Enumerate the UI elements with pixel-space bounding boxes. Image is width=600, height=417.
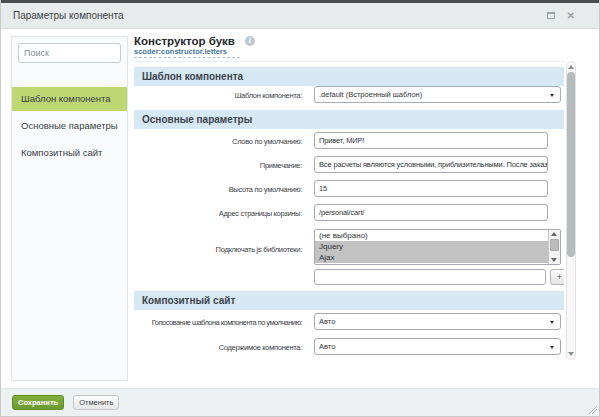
component-code-underline <box>134 57 240 58</box>
main-scrollbar[interactable] <box>566 61 576 360</box>
template-vote-select[interactable]: Авто <box>314 313 561 330</box>
template-select[interactable]: .default (Встроенный шаблон) <box>314 86 561 103</box>
field-label-cart-url: Адрес страницы корзины: <box>219 208 302 217</box>
scroll-down-icon[interactable] <box>568 352 574 356</box>
field-label-js-libraries: Подключать js библиотеки: <box>216 245 302 254</box>
select-arrow-icon <box>550 94 554 97</box>
window-title: Параметры компонента <box>13 10 124 21</box>
scrollbar-thumb[interactable] <box>550 239 559 251</box>
field-label-template-vote: Голосование шаблона компонента по умолча… <box>152 317 302 326</box>
listbox-option[interactable]: (не выбрано) <box>315 230 548 241</box>
sidebar: Шаблон компонента Основные параметры Ком… <box>11 36 128 381</box>
js-libraries-listbox[interactable]: (не выбрано) Jquery Ajax <box>314 229 561 265</box>
close-icon[interactable]: ✕ <box>567 12 575 20</box>
listbox-scrollbar[interactable] <box>548 230 560 264</box>
js-library-add-button[interactable]: + <box>550 269 564 285</box>
save-button[interactable]: Сохранить <box>12 395 64 410</box>
scroll-down-icon[interactable] <box>551 258 557 262</box>
section-header-main-params: Основные параметры <box>134 110 564 129</box>
titlebar: Параметры компонента ✕ <box>1 3 599 29</box>
sidebar-nav: Шаблон компонента Основные параметры Ком… <box>12 87 127 165</box>
component-content-select[interactable]: Авто <box>314 338 561 355</box>
section-header-composite-site: Композитный сайт <box>134 291 564 310</box>
info-icon[interactable]: i <box>245 36 255 46</box>
dialog-body: Шаблон компонента Основные параметры Ком… <box>1 29 599 388</box>
field-label-default-height: Высота по умолчанию: <box>229 184 302 193</box>
search-input[interactable] <box>18 43 121 63</box>
listbox-option[interactable]: Jquery <box>315 241 548 252</box>
component-parameters-dialog: Параметры компонента ✕ Шаблон компонента… <box>0 0 600 417</box>
component-code-link[interactable]: scoder:constructor.letters <box>134 47 599 56</box>
default-word-input[interactable]: Привет, МИР! <box>314 132 548 149</box>
scroll-up-icon[interactable] <box>568 65 574 69</box>
sidebar-item-composite-site[interactable]: Композитный сайт <box>12 141 127 165</box>
maximize-icon[interactable] <box>547 12 555 19</box>
select-arrow-icon <box>550 321 554 324</box>
sidebar-item-template[interactable]: Шаблон компонента <box>12 87 127 111</box>
main-panel: Конструктор букв i scoder:constructor.le… <box>134 35 599 388</box>
field-label-template: Шаблон компонента: <box>235 90 302 99</box>
listbox-option[interactable]: Ajax <box>315 252 548 263</box>
js-library-add-input[interactable] <box>314 269 546 285</box>
field-label-note: Примечание: <box>260 160 302 169</box>
default-height-input[interactable]: 15 <box>314 180 548 197</box>
section-header-template: Шаблон компонента <box>134 67 564 86</box>
note-input[interactable]: Все расчеты являются условными, приблизи… <box>314 156 548 173</box>
resize-handle-icon[interactable] <box>587 404 597 414</box>
cancel-button[interactable]: Отменить <box>73 395 119 410</box>
form-scroll-area: Шаблон компонента Шаблон компонента: .de… <box>134 61 564 360</box>
field-label-default-word: Слово по умолчанию: <box>232 136 302 145</box>
cart-url-input[interactable]: /personal/cart/ <box>314 204 548 221</box>
sidebar-item-main-params[interactable]: Основные параметры <box>12 114 127 138</box>
select-arrow-icon <box>550 346 554 349</box>
scroll-up-icon[interactable] <box>551 232 557 236</box>
footer: Сохранить Отменить <box>1 388 599 416</box>
scrollbar-thumb[interactable] <box>567 72 575 257</box>
field-label-component-content: Содержимое компонента: <box>219 342 302 351</box>
